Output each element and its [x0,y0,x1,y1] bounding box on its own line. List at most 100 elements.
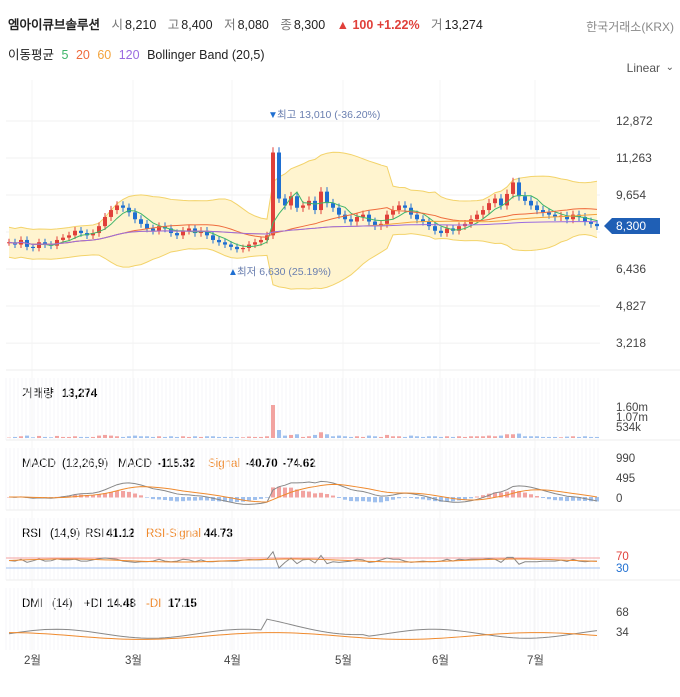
candle [37,242,41,249]
macd-hist-bar [181,497,185,502]
volume-bar [13,436,17,438]
dmi-title: DMI [22,598,43,610]
rsi-signal-line [8,558,598,563]
candle [235,246,239,250]
x-tick-label: 7월 [527,654,544,667]
volume-bar [571,436,575,438]
candle [295,196,299,208]
candle [31,246,35,249]
volume-bar [553,436,557,438]
volume-bar [499,435,503,438]
macd-hist-bar [127,491,131,498]
volume-bar [589,436,593,438]
macd-hist-bar [343,497,347,500]
volume-bar [127,436,131,438]
volume-bar [361,436,365,438]
y-tick-label: 3,218 [616,336,646,350]
macd-hist-bar [253,497,257,500]
candle [187,228,191,231]
volume-bar [235,436,239,438]
candle [67,235,71,238]
macd-hist-bar [553,497,557,501]
candle [385,214,389,224]
rsi-params: (14,9) [50,528,80,540]
volume-bar [535,436,539,438]
candle [259,239,263,243]
macd-hist-bar [379,497,383,503]
dmi-tick: 68 [616,607,629,619]
macd-title: MACD [22,458,56,470]
macd-hist-bar [547,497,551,500]
volume-bar [385,434,389,438]
volume-bar [343,436,347,438]
min-annotation: 최저 6,630 (25.19%) [237,266,331,278]
volume-bar [301,436,305,438]
macd-hist-bar [415,497,419,499]
volume-bar [151,436,155,438]
volume-bar [559,437,563,438]
candle [571,214,575,220]
volume-bar [595,436,599,438]
candle [403,205,407,208]
macd-hist-bar [385,497,389,502]
volume-bar [289,434,293,438]
volume-bar [79,436,83,438]
macd-hist-bar [301,490,305,498]
y-tick-label: 11,263 [616,151,652,165]
volume-bar [457,436,461,438]
volume-bar [577,436,581,438]
volume-bar [277,430,281,438]
volume-panel-value: 13,274 [62,388,98,400]
candle [211,235,215,240]
candle [313,200,317,211]
macd-hist-bar [163,497,167,501]
volume-bar [319,432,323,438]
dmi-tick: 34 [616,627,629,639]
volume-bar [229,436,233,438]
y-tick-label: 4,827 [616,299,646,313]
volume-bar [85,436,89,438]
volume-bar [55,435,59,438]
mdi-line [8,632,598,640]
macd-hist-bar [373,497,377,503]
macd-params: (12,26,9) [62,458,108,470]
macd-hist-bar [559,497,563,501]
candle [217,239,221,243]
macd-signal-label: Signal [208,458,240,470]
max-annotation: 최고 13,010 (-36.20%) [277,109,380,121]
mdi-value: 17.15 [168,598,197,610]
candle [253,242,257,245]
macd-hist-value: -74.62 [283,458,316,470]
volume-bar [271,405,275,438]
volume-bar [337,435,341,438]
volume-bar [193,436,197,438]
volume-bar [439,436,443,438]
volume-bar [139,436,143,438]
candle [547,212,551,215]
x-tick-label: 3월 [125,654,142,667]
macd-label: MACD [118,458,152,470]
volume-bar [349,436,353,438]
candle [109,210,113,217]
x-tick-label: 2월 [24,654,41,667]
macd-hist-bar [409,497,413,498]
candle [325,191,329,204]
candle [319,191,323,211]
volume-bar [415,436,419,438]
current-price-label: 8,300 [616,219,646,233]
macd-hist-bar [571,497,575,501]
stock-chart[interactable]: 12,872 11,263 9,654 6,436 4,827 3,218 2월 3월 4월 5월… [0,0,680,697]
volume-bar [367,435,371,438]
macd-hist-bar [361,497,365,502]
volume-bar [307,436,311,438]
macd-tick: 990 [616,453,635,465]
macd-tick: 0 [616,493,622,505]
x-tick-label: 6월 [432,654,449,667]
macd-hist-bar [535,496,539,498]
volume-bar [133,435,137,438]
y-tick-label: 6,436 [616,262,646,276]
macd-hist-bar [325,494,329,498]
volume-bar [259,436,263,438]
volume-bar [241,437,245,438]
volume-bar [247,436,251,438]
